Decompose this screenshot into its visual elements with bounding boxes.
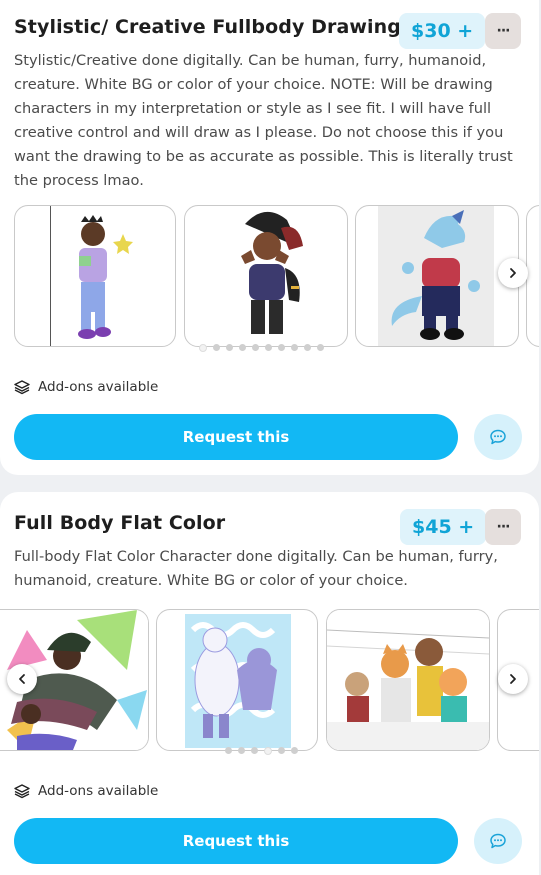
card-description: Full-body Flat Color Character done digi… — [14, 548, 498, 589]
gallery-image[interactable] — [156, 609, 318, 751]
pagination-dot[interactable] — [265, 344, 272, 351]
more-options-button[interactable]: ··· — [485, 13, 521, 49]
message-button[interactable] — [474, 818, 522, 864]
card-title: Full Body Flat Color — [14, 512, 226, 534]
gallery-image[interactable] — [14, 205, 176, 347]
pagination-dot[interactable] — [252, 344, 259, 351]
request-button[interactable]: Request this — [14, 414, 458, 460]
message-button[interactable] — [474, 414, 522, 460]
addons-label: Add-ons available — [38, 379, 159, 395]
gallery-image[interactable] — [526, 205, 539, 347]
ellipsis-icon: ··· — [496, 23, 511, 39]
gallery-image[interactable] — [355, 205, 519, 347]
gallery-image[interactable] — [184, 205, 348, 347]
pagination-dot[interactable] — [238, 747, 245, 754]
commission-card-flat-color: Full Body Flat Color $45 + ··· Full-body… — [0, 492, 539, 875]
gallery-next-button[interactable] — [498, 664, 528, 694]
pagination-dot[interactable] — [278, 747, 285, 754]
gallery-pagination — [225, 747, 298, 755]
pagination-dot[interactable] — [264, 747, 272, 755]
card-title: Stylistic/ Creative Fullbody Drawings — [14, 16, 413, 38]
pagination-dot[interactable] — [317, 344, 324, 351]
image-gallery — [0, 205, 539, 350]
pagination-dot[interactable] — [291, 344, 298, 351]
chevron-right-icon — [510, 674, 516, 684]
addons-label: Add-ons available — [38, 783, 159, 799]
card-description: Stylistic/Creative done digitally. Can b… — [14, 52, 513, 189]
gallery-next-button[interactable] — [498, 258, 528, 288]
layers-icon — [14, 784, 30, 799]
ellipsis-icon: ··· — [496, 519, 511, 535]
chevron-left-icon — [19, 674, 25, 684]
gallery-image[interactable] — [326, 609, 490, 751]
pagination-dot[interactable] — [239, 344, 246, 351]
image-gallery — [0, 609, 539, 754]
pagination-dot[interactable] — [226, 344, 233, 351]
price-badge: $30 + — [399, 13, 486, 49]
layers-icon — [14, 380, 30, 395]
gallery-prev-button[interactable] — [7, 664, 37, 694]
pagination-dot[interactable] — [199, 344, 207, 352]
request-button[interactable]: Request this — [14, 818, 458, 864]
more-options-button[interactable]: ··· — [485, 509, 521, 545]
chevron-right-icon — [510, 268, 516, 278]
pagination-dot[interactable] — [291, 747, 298, 754]
pagination-dot[interactable] — [225, 747, 232, 754]
gallery-pagination — [199, 344, 324, 352]
pagination-dot[interactable] — [304, 344, 311, 351]
pagination-dot[interactable] — [213, 344, 220, 351]
chat-bubble-icon — [490, 833, 506, 849]
addons-indicator: Add-ons available — [14, 783, 158, 799]
pagination-dot[interactable] — [278, 344, 285, 351]
chat-bubble-icon — [490, 429, 506, 445]
price-badge: $45 + — [400, 509, 487, 545]
addons-indicator: Add-ons available — [14, 379, 158, 395]
commission-card-stylistic: Stylistic/ Creative Fullbody Drawings $3… — [0, 0, 539, 475]
pagination-dot[interactable] — [251, 747, 258, 754]
